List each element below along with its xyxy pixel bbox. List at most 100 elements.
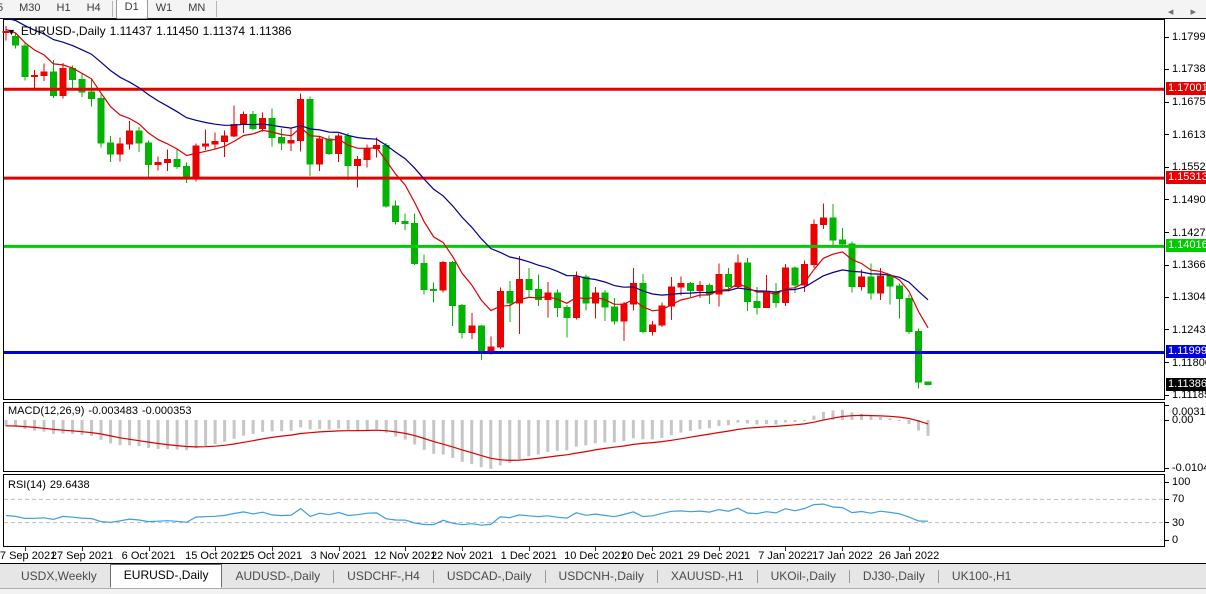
macd-histogram-bar — [927, 420, 930, 436]
rsi-name: RSI(14) — [8, 479, 46, 491]
candle — [98, 95, 104, 148]
macd-histogram-bar — [888, 418, 891, 420]
candle — [383, 143, 389, 208]
candle — [782, 264, 788, 306]
rsi-axis[interactable]: 10070300 — [1165, 474, 1206, 547]
timeframe-button-h1[interactable]: H1 — [49, 0, 79, 18]
macd-histogram-bar — [736, 420, 739, 423]
date-tick-label: 10 Dec 2021 — [564, 550, 626, 562]
timeframe-button-w1[interactable]: W1 — [148, 0, 181, 18]
macd-histogram-bar — [271, 420, 274, 431]
price-tick-mark — [1165, 297, 1169, 298]
timeframe-button-d1[interactable]: D1 — [116, 0, 148, 19]
macd-histogram-bar — [489, 420, 492, 469]
timeframe-button-m30[interactable]: M30 — [11, 0, 48, 18]
date-tick-label: 26 Jan 2022 — [879, 550, 940, 562]
price-tick-label: 1.13045 — [1172, 291, 1206, 303]
macd-histogram-bar — [584, 420, 587, 445]
chart-tab-uk100-h1[interactable]: UK100-,H1 — [939, 565, 1024, 587]
macd-axis[interactable]: 0.0031650.00-0.01043 — [1165, 402, 1206, 472]
macd-histogram-bar — [907, 420, 910, 424]
price-axis[interactable]: 1.179951.173801.167501.161351.155201.149… — [1165, 19, 1206, 400]
macd-histogram-bar — [100, 420, 103, 440]
price-tick-mark — [1165, 102, 1169, 103]
price-tick-label: 1.17380 — [1172, 63, 1206, 75]
macd-histogram-bar — [185, 420, 188, 450]
candle — [915, 329, 921, 389]
price-level-badge[interactable]: 1.14016 — [1166, 239, 1206, 252]
price-level-badge[interactable]: 1.15313 — [1166, 171, 1206, 184]
macd-tick-label: 0.00 — [1172, 414, 1193, 426]
macd-histogram-bar — [755, 420, 758, 425]
macd-histogram-bar — [765, 420, 768, 424]
macd-name: MACD(12,26,9) — [8, 405, 84, 417]
macd-histogram-bar — [261, 420, 264, 432]
macd-histogram-bar — [309, 420, 312, 429]
candle — [193, 144, 199, 182]
price-tick-label: 1.16135 — [1172, 129, 1206, 141]
macd-histogram-bar — [24, 420, 27, 429]
price-tick-mark — [1165, 329, 1169, 330]
macd-histogram-bar — [90, 420, 93, 436]
price-tick-mark — [1165, 362, 1169, 363]
symbol-dropdown-icon[interactable]: ▼ — [7, 27, 16, 37]
macd-histogram-bar — [138, 420, 141, 446]
price-level-badge[interactable]: 1.11999 — [1166, 345, 1206, 358]
tab-scroll-arrows: ◂ ▸ — [1154, 5, 1196, 18]
macd-histogram-bar — [280, 420, 283, 431]
macd-histogram-bar — [537, 420, 540, 454]
trading-terminal-window: 5M30H1H4D1W1MN ▼EURUSD-,Daily1.114371.11… — [0, 0, 1206, 594]
macd-histogram-bar — [679, 420, 682, 433]
price-tick-mark — [1165, 232, 1169, 233]
candle — [497, 288, 503, 350]
macd-histogram-bar — [223, 420, 226, 442]
chart-tab-usdx-weekly[interactable]: USDX,Weekly — [8, 565, 110, 587]
chart-tab-usdcad-daily[interactable]: USDCAD-,Daily — [434, 565, 545, 587]
macd-tick-label: -0.01043 — [1172, 462, 1206, 474]
rsi-tick-mark — [1165, 522, 1169, 523]
price-tick-mark — [1165, 167, 1169, 168]
macd-histogram-bar — [366, 420, 369, 430]
price-tick-mark — [1165, 37, 1169, 38]
price-level-badge[interactable]: 1.17001 — [1166, 82, 1206, 95]
candle — [440, 261, 446, 293]
ohlc-open: 1.11437 — [110, 24, 153, 38]
price-tick-mark — [1165, 69, 1169, 70]
rsi-tick-label: 30 — [1172, 517, 1184, 529]
macd-value-main: -0.003483 — [88, 405, 138, 417]
macd-histogram-bar — [432, 420, 435, 454]
rsi-panel-canvas[interactable] — [0, 474, 1206, 547]
price-tick-label: 1.14905 — [1172, 194, 1206, 206]
date-tick-label: 7 Jan 2022 — [758, 550, 812, 562]
chart-tab-ukoil-daily[interactable]: UKOil-,Daily — [758, 565, 849, 587]
macd-histogram-bar — [356, 420, 359, 430]
macd-histogram-bar — [689, 420, 692, 431]
macd-histogram-bar — [461, 420, 464, 462]
macd-histogram-bar — [641, 420, 644, 439]
ohlc-high: 1.11450 — [156, 24, 199, 38]
chart-symbol-title: ▼EURUSD-,Daily1.114371.114501.113741.113… — [7, 24, 296, 38]
macd-tick-mark — [1165, 420, 1169, 421]
macd-histogram-bar — [594, 420, 597, 443]
macd-histogram-bar — [499, 420, 502, 465]
chart-tab-xauusd-h1[interactable]: XAUUSD-,H1 — [658, 565, 757, 587]
timeframe-button-h4[interactable]: H4 — [79, 0, 109, 18]
timeframe-button-mn[interactable]: MN — [180, 0, 213, 18]
macd-histogram-bar — [774, 420, 777, 425]
chart-tab-dj30-daily[interactable]: DJ30-,Daily — [850, 565, 938, 587]
tab-scroll-right-icon[interactable]: ▸ — [1190, 6, 1196, 18]
macd-histogram-bar — [651, 420, 654, 439]
chart-tab-audusd-daily[interactable]: AUDUSD-,Daily — [222, 565, 333, 587]
chart-tab-usdcnh-daily[interactable]: USDCNH-,Daily — [546, 565, 657, 587]
macd-histogram-bar — [204, 420, 207, 446]
time-axis[interactable]: 17 Sep 202127 Sep 20216 Oct 202115 Oct 2… — [0, 547, 1206, 564]
chart-tab-usdchf-h4[interactable]: USDCHF-,H4 — [334, 565, 433, 587]
price-chart-canvas[interactable] — [0, 19, 1206, 400]
timeframe-button-5[interactable]: 5 — [0, 0, 11, 18]
chart-tab-eurusd-daily[interactable]: EURUSD-,Daily — [110, 564, 223, 588]
tab-scroll-left-icon[interactable]: ◂ — [1168, 6, 1174, 18]
macd-histogram-bar — [109, 420, 112, 443]
candle — [326, 136, 332, 155]
macd-histogram-bar — [660, 420, 663, 438]
macd-histogram-bar — [556, 420, 559, 451]
